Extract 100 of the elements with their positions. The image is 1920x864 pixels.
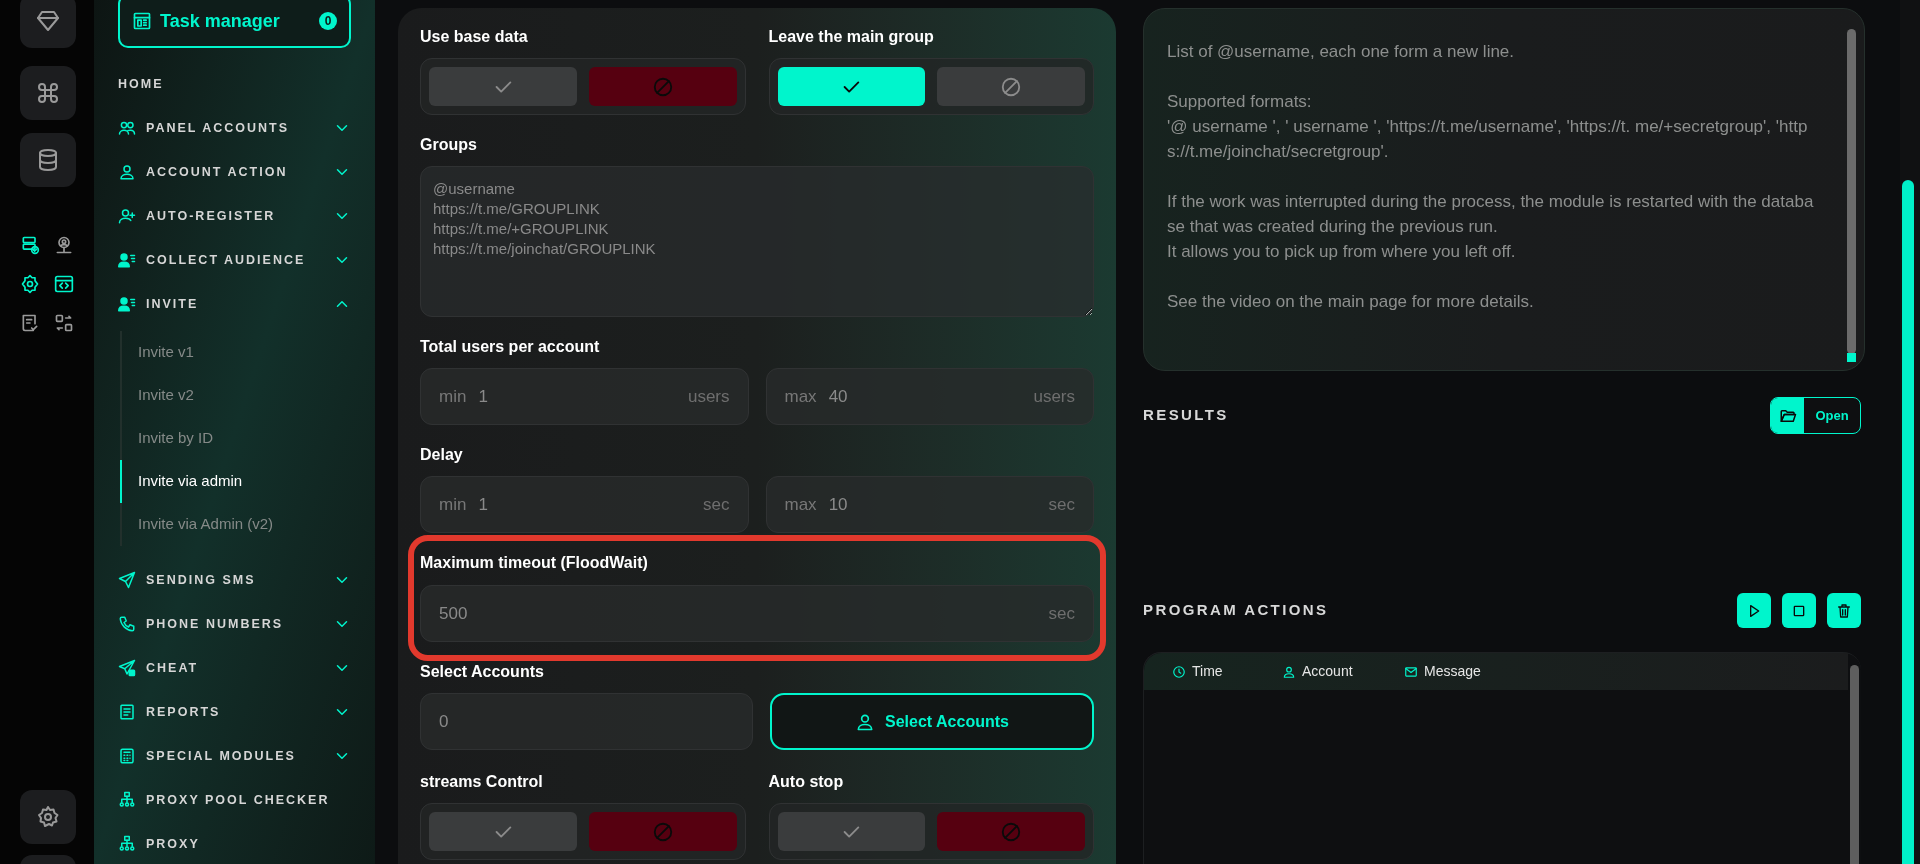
count-badge: 0 xyxy=(319,12,337,30)
database-icon xyxy=(36,148,60,172)
command-icon xyxy=(36,81,60,105)
diamond-button[interactable] xyxy=(20,0,76,48)
command-button[interactable] xyxy=(20,66,76,120)
ban-icon xyxy=(1000,75,1023,98)
text-input[interactable]: 500 xyxy=(439,600,1049,627)
code-window-icon[interactable] xyxy=(54,274,74,294)
calculator-icon xyxy=(118,747,136,765)
contact-list-icon xyxy=(118,251,136,269)
database-button[interactable] xyxy=(20,133,76,187)
play-button[interactable] xyxy=(1737,593,1771,628)
stop-button[interactable] xyxy=(1782,593,1816,628)
unit-label: sec xyxy=(703,493,730,516)
toggle-switch[interactable] xyxy=(768,58,1094,115)
sidebar-item[interactable]: COLLECT AUDIENCE xyxy=(118,238,351,282)
field-prefix: min xyxy=(439,493,467,516)
user-icon xyxy=(1282,664,1296,679)
sidebar-item[interactable]: PHONE NUMBERS xyxy=(118,602,351,646)
task-manager-button[interactable]: Task manager 0 xyxy=(118,0,351,48)
field-label: streams Control xyxy=(420,772,544,792)
ban-icon xyxy=(651,75,674,98)
sidebar-item[interactable]: ACCOUNT ACTION xyxy=(118,150,351,194)
submenu-item[interactable]: Invite by ID xyxy=(120,417,351,460)
delete-button[interactable] xyxy=(1827,593,1861,628)
select-accounts-button[interactable]: Select Accounts xyxy=(770,693,1094,750)
mail-icon xyxy=(1404,664,1418,679)
input-field[interactable]: min 1 sec xyxy=(420,476,749,533)
scrollbar-thumb[interactable] xyxy=(1902,180,1914,864)
field-label: Auto stop xyxy=(768,772,845,792)
field-prefix: max xyxy=(784,385,817,408)
gear-icon[interactable] xyxy=(20,274,40,294)
field-label: Total users per account xyxy=(420,337,601,357)
unit-label: users xyxy=(1033,385,1075,408)
section-title: PROGRAM ACTIONS xyxy=(1143,600,1329,621)
field-prefix: min xyxy=(439,385,467,408)
checklist-icon[interactable] xyxy=(20,313,40,333)
section-title: RESULTS xyxy=(1143,405,1229,426)
sidebar-item[interactable]: SPECIAL MODULES xyxy=(118,734,351,778)
field-label: Leave the main group xyxy=(768,27,935,47)
unit-label: users xyxy=(687,385,730,408)
settings-icon xyxy=(36,805,60,829)
trash-icon xyxy=(1836,602,1852,619)
field-prefix: max xyxy=(784,493,817,516)
input-field[interactable]: max 10 sec xyxy=(765,476,1094,533)
input-field[interactable]: max 40 users xyxy=(765,368,1094,425)
text-input[interactable]: 0 xyxy=(439,708,734,735)
sidebar-item[interactable]: PANEL ACCOUNTS xyxy=(118,106,351,150)
phone-icon xyxy=(118,615,136,633)
sidebar-item[interactable]: REPORTS xyxy=(118,690,351,734)
field-label: Delay xyxy=(420,445,464,465)
sidebar-item[interactable]: PROXY xyxy=(118,822,351,864)
text-input[interactable]: 10 xyxy=(828,491,1049,518)
input-field[interactable]: 500 sec xyxy=(420,585,1094,642)
scrollbar-thumb[interactable] xyxy=(1847,29,1856,354)
help-text-box[interactable]: List of @username, each one form a new line. Supported formats: '@ username ', ' username ', 'https://t.me/username', 'https://t. me/+secretgroup', 'https://t.me/joinchat/secretgroup'. If the work was interrupted during the process, the module is restarted with the database that was created during the previous run. It allows you to pick up from where you left off. See the video on the main page for more details. xyxy=(1143,8,1865,371)
sidebar-item[interactable]: CHEAT xyxy=(118,646,351,690)
swap-icon[interactable] xyxy=(54,313,74,333)
submenu-item[interactable]: Invite via admin xyxy=(120,460,351,503)
open-button[interactable]: Open xyxy=(1770,397,1861,434)
text-input[interactable]: 1 xyxy=(478,383,688,410)
field-label: Use base data xyxy=(420,27,529,47)
sidebar-item[interactable]: AUTO-REGISTER xyxy=(118,194,351,238)
user-icon xyxy=(118,163,136,181)
diamond-icon xyxy=(36,9,60,33)
user-pin-icon[interactable] xyxy=(54,235,74,255)
ban-icon xyxy=(1000,820,1023,843)
resize-handle[interactable] xyxy=(1847,353,1856,362)
column-header: Account xyxy=(1302,662,1353,681)
user-plus-icon xyxy=(118,207,136,225)
column-header: Time xyxy=(1192,662,1223,681)
submenu-item[interactable]: Invite via Admin (v2) xyxy=(120,503,351,546)
unit-label: sec xyxy=(1048,493,1075,516)
input-field[interactable]: min 1 users xyxy=(420,368,749,425)
task-board-icon xyxy=(132,11,152,31)
paper-plane-icon xyxy=(118,571,136,589)
text-input[interactable]: 1 xyxy=(478,491,704,518)
network-icon xyxy=(118,791,136,809)
input-field[interactable]: @username https://t.me/GROUPLINK https://t.me/+GROUPLINK https://t.me/joinchat/GROUPLINK xyxy=(420,166,1094,317)
clock-icon xyxy=(1172,664,1186,679)
contact-list-icon xyxy=(118,295,136,313)
sidebar-item[interactable]: SENDING SMS xyxy=(118,558,351,602)
sidebar-item[interactable]: HOME xyxy=(118,62,351,106)
settings-button[interactable] xyxy=(20,790,76,844)
sidebar-item[interactable]: INVITE xyxy=(118,282,351,326)
server-check-icon[interactable] xyxy=(20,235,40,255)
field-label: Groups xyxy=(420,135,478,155)
field-label: Maximum timeout (FloodWait) xyxy=(420,553,649,573)
text-input[interactable]: 40 xyxy=(828,383,1034,410)
field-label: Select Accounts xyxy=(420,662,545,682)
unit-label: sec xyxy=(1048,602,1075,625)
column-header: Message xyxy=(1424,662,1481,681)
submenu-item[interactable]: Invite v2 xyxy=(120,374,351,417)
ban-icon xyxy=(651,820,674,843)
submenu-item[interactable]: Invite v1 xyxy=(120,331,351,374)
input-field[interactable]: 0 xyxy=(420,693,753,750)
sidebar-item[interactable]: PROXY POOL CHECKER xyxy=(118,778,351,822)
users-icon xyxy=(118,119,136,137)
yes-button[interactable] xyxy=(777,67,926,106)
paper-plane-icon xyxy=(118,659,136,677)
